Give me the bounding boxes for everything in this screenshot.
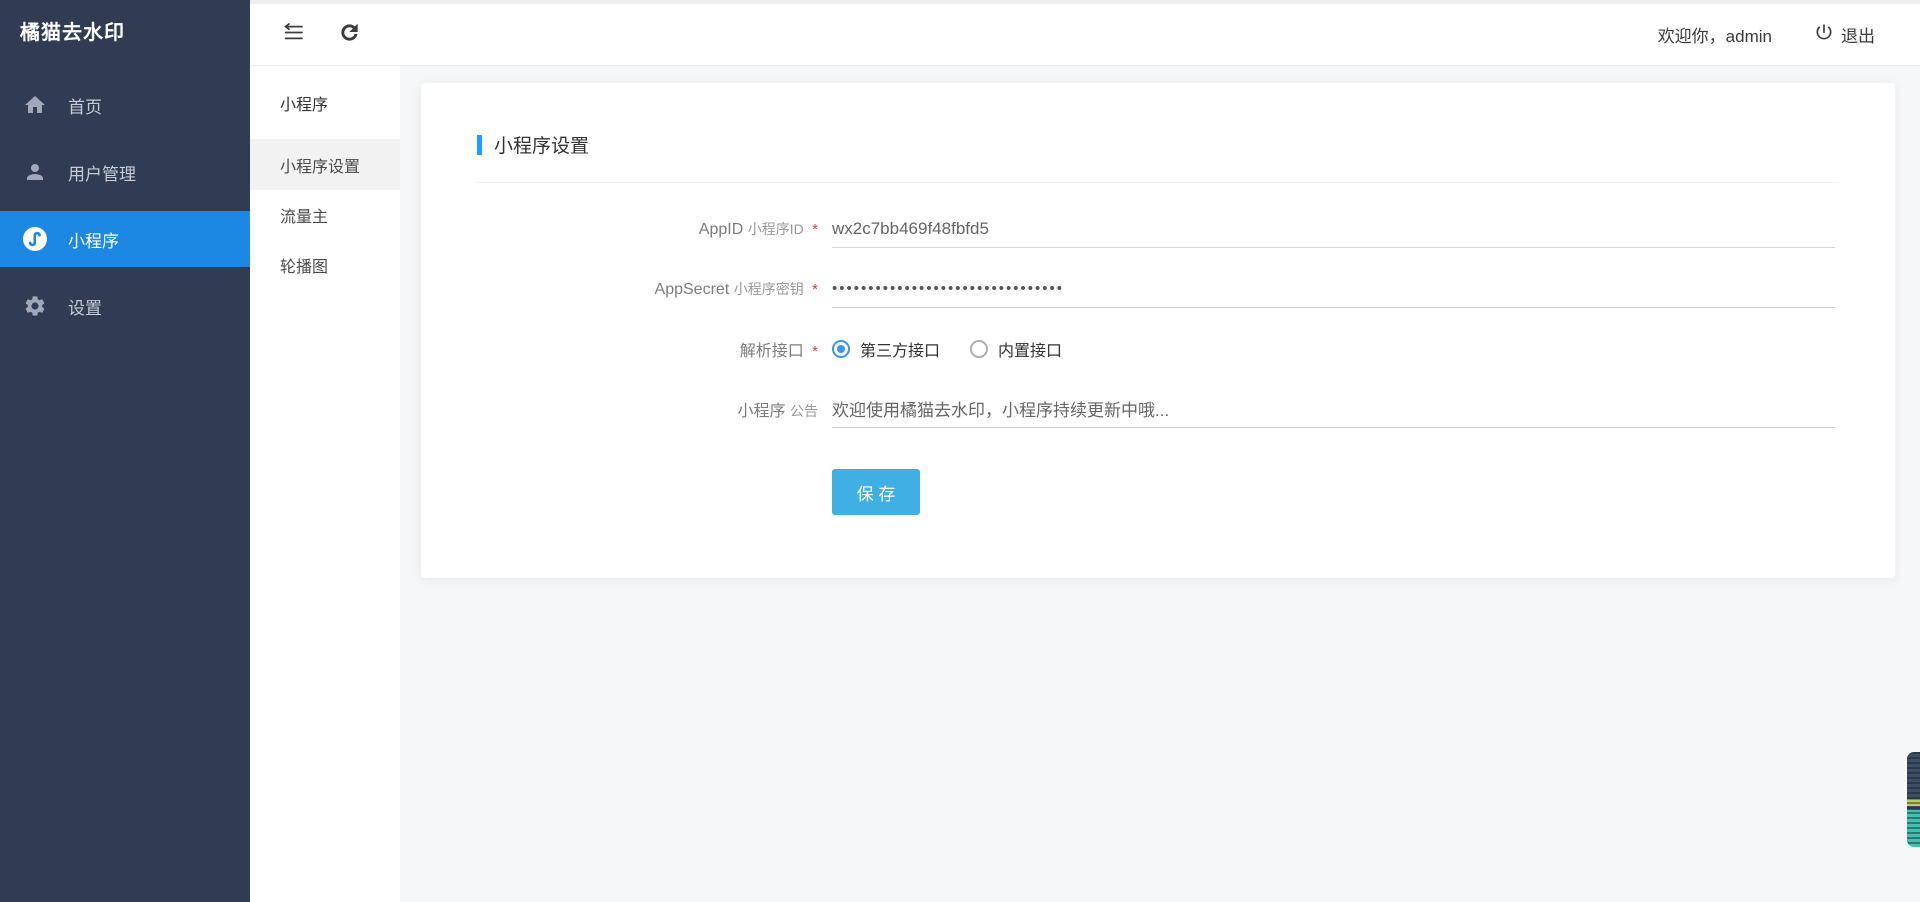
appsecret-input[interactable] bbox=[832, 270, 1835, 308]
welcome-text: 欢迎你，admin bbox=[1658, 22, 1772, 47]
sidebar-item-label: 设置 bbox=[68, 294, 102, 319]
radio-unchecked-icon bbox=[970, 340, 988, 358]
title-divider bbox=[477, 182, 1839, 183]
sidebar-item-label: 用户管理 bbox=[68, 160, 136, 185]
header-tools bbox=[250, 20, 364, 50]
notice-input[interactable] bbox=[832, 390, 1835, 428]
secondary-sidebar: 小程序 小程序设置 流量主 轮播图 bbox=[250, 0, 400, 902]
button-row: 保 存 bbox=[477, 469, 1839, 515]
submenu-item-miniprogram-settings[interactable]: 小程序设置 bbox=[250, 140, 400, 190]
submenu-item-traffic[interactable]: 流量主 bbox=[250, 190, 400, 240]
logout-label: 退出 bbox=[1841, 22, 1875, 47]
sidebar-item-home[interactable]: 首页 bbox=[0, 77, 250, 133]
appid-input[interactable] bbox=[832, 210, 1835, 248]
main-sidebar: 橘猫去水印 首页 用户管理 小程序 bbox=[0, 0, 250, 902]
scroll-indicator-widget[interactable] bbox=[1907, 752, 1920, 847]
appid-label: AppID 小程序ID * bbox=[477, 219, 832, 239]
settings-card: 小程序设置 AppID 小程序ID * AppSecret 小程序密钥 bbox=[421, 83, 1895, 578]
settings-form: AppID 小程序ID * AppSecret 小程序密钥 * bbox=[477, 209, 1839, 515]
gear-icon bbox=[22, 293, 48, 319]
radio-checked-icon bbox=[832, 340, 850, 358]
title-accent-bar bbox=[477, 135, 482, 155]
submenu-item-label: 小程序设置 bbox=[280, 153, 360, 177]
top-header: 欢迎你，admin 退出 bbox=[250, 0, 1920, 66]
collapse-icon bbox=[282, 21, 305, 49]
required-asterisk: * bbox=[812, 343, 818, 360]
sidebar-item-label: 首页 bbox=[68, 93, 102, 118]
api-label: 解析接口 * bbox=[477, 337, 832, 361]
sidebar-item-users[interactable]: 用户管理 bbox=[0, 144, 250, 200]
submenu-item-label: 轮播图 bbox=[280, 253, 328, 277]
sidebar-item-label: 小程序 bbox=[68, 227, 119, 252]
refresh-icon bbox=[338, 21, 361, 49]
required-asterisk: * bbox=[812, 221, 818, 238]
collapse-sidebar-button[interactable] bbox=[278, 20, 308, 50]
appsecret-label: AppSecret 小程序密钥 * bbox=[477, 279, 832, 299]
power-icon bbox=[1814, 22, 1834, 47]
logout-button[interactable]: 退出 bbox=[1814, 22, 1875, 47]
notice-label: 小程序 公告 bbox=[477, 397, 832, 421]
miniprogram-icon bbox=[22, 226, 48, 252]
content-area: 小程序设置 AppID 小程序ID * AppSecret 小程序密钥 bbox=[400, 66, 1920, 902]
header-right: 欢迎你，admin 退出 bbox=[1658, 22, 1920, 47]
radio-third-party-api[interactable]: 第三方接口 bbox=[832, 337, 940, 361]
refresh-button[interactable] bbox=[334, 20, 364, 50]
home-icon bbox=[22, 92, 48, 118]
form-row-appsecret: AppSecret 小程序密钥 * bbox=[477, 269, 1839, 309]
user-icon bbox=[22, 159, 48, 185]
form-row-notice: 小程序 公告 bbox=[477, 389, 1839, 429]
required-asterisk: * bbox=[812, 281, 818, 298]
submenu-item-label: 流量主 bbox=[280, 203, 328, 227]
sidebar-item-miniprogram[interactable]: 小程序 bbox=[0, 211, 250, 267]
submenu-item-carousel[interactable]: 轮播图 bbox=[250, 240, 400, 290]
form-row-appid: AppID 小程序ID * bbox=[477, 209, 1839, 249]
save-button[interactable]: 保 存 bbox=[832, 469, 920, 515]
card-title: 小程序设置 bbox=[477, 131, 1839, 158]
form-row-api: 解析接口 * 第三方接口 内置接口 bbox=[477, 329, 1839, 369]
app-logo: 橘猫去水印 bbox=[0, 0, 250, 66]
radio-builtin-api[interactable]: 内置接口 bbox=[970, 337, 1062, 361]
card-title-text: 小程序设置 bbox=[494, 131, 589, 158]
sidebar-item-settings[interactable]: 设置 bbox=[0, 278, 250, 334]
main-nav: 首页 用户管理 小程序 设置 bbox=[0, 66, 250, 334]
